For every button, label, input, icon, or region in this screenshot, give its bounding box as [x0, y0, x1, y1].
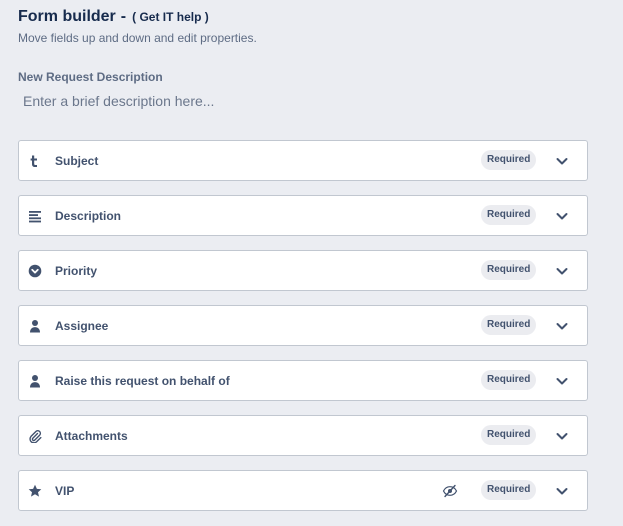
field-row-priority[interactable]: Priority Required: [18, 250, 588, 291]
project-name: ( Get IT help ): [132, 10, 209, 24]
title-row: Form builder - ( Get IT help ): [18, 8, 257, 26]
paragraph-lines-icon: [27, 208, 43, 224]
field-row-vip[interactable]: VIP Required: [18, 470, 588, 511]
paperclip-icon: [27, 428, 43, 444]
chevron-down-icon[interactable]: [554, 428, 570, 444]
description-label: New Request Description: [18, 70, 163, 84]
chevron-down-icon[interactable]: [554, 318, 570, 334]
page-subtitle: Move fields up and down and edit propert…: [18, 31, 257, 45]
star-icon: [27, 483, 43, 499]
priority-circle-chevron-icon: [27, 263, 43, 279]
field-row-raise-this-request-on-behalf-of[interactable]: Raise this request on behalf of Required: [18, 360, 588, 401]
title-separator: -: [120, 8, 127, 25]
required-badge: Required: [481, 260, 537, 280]
page-header: Form builder - ( Get IT help ) Move fiel…: [18, 8, 257, 45]
required-badge: Required: [481, 480, 537, 500]
required-badge: Required: [481, 370, 537, 390]
eye-slash-icon: [442, 483, 458, 499]
page-title: Form builder: [18, 8, 116, 25]
person-icon: [27, 373, 43, 389]
description-input[interactable]: [18, 88, 578, 114]
chevron-down-icon[interactable]: [554, 153, 570, 169]
chevron-down-icon[interactable]: [554, 373, 570, 389]
chevron-down-icon[interactable]: [554, 208, 570, 224]
field-row-assignee[interactable]: Assignee Required: [18, 305, 588, 346]
chevron-down-icon[interactable]: [554, 263, 570, 279]
person-icon: [27, 318, 43, 334]
required-badge: Required: [481, 150, 537, 170]
field-row-description[interactable]: Description Required: [18, 195, 588, 236]
chevron-down-icon[interactable]: [554, 483, 570, 499]
field-row-subject[interactable]: Subject Required: [18, 140, 588, 181]
required-badge: Required: [481, 205, 537, 225]
field-list: Subject Required Description Required Priori…: [18, 140, 588, 525]
required-badge: Required: [481, 425, 537, 445]
field-row-attachments[interactable]: Attachments Required: [18, 415, 588, 456]
required-badge: Required: [481, 315, 537, 335]
text-t-icon: [27, 153, 43, 169]
